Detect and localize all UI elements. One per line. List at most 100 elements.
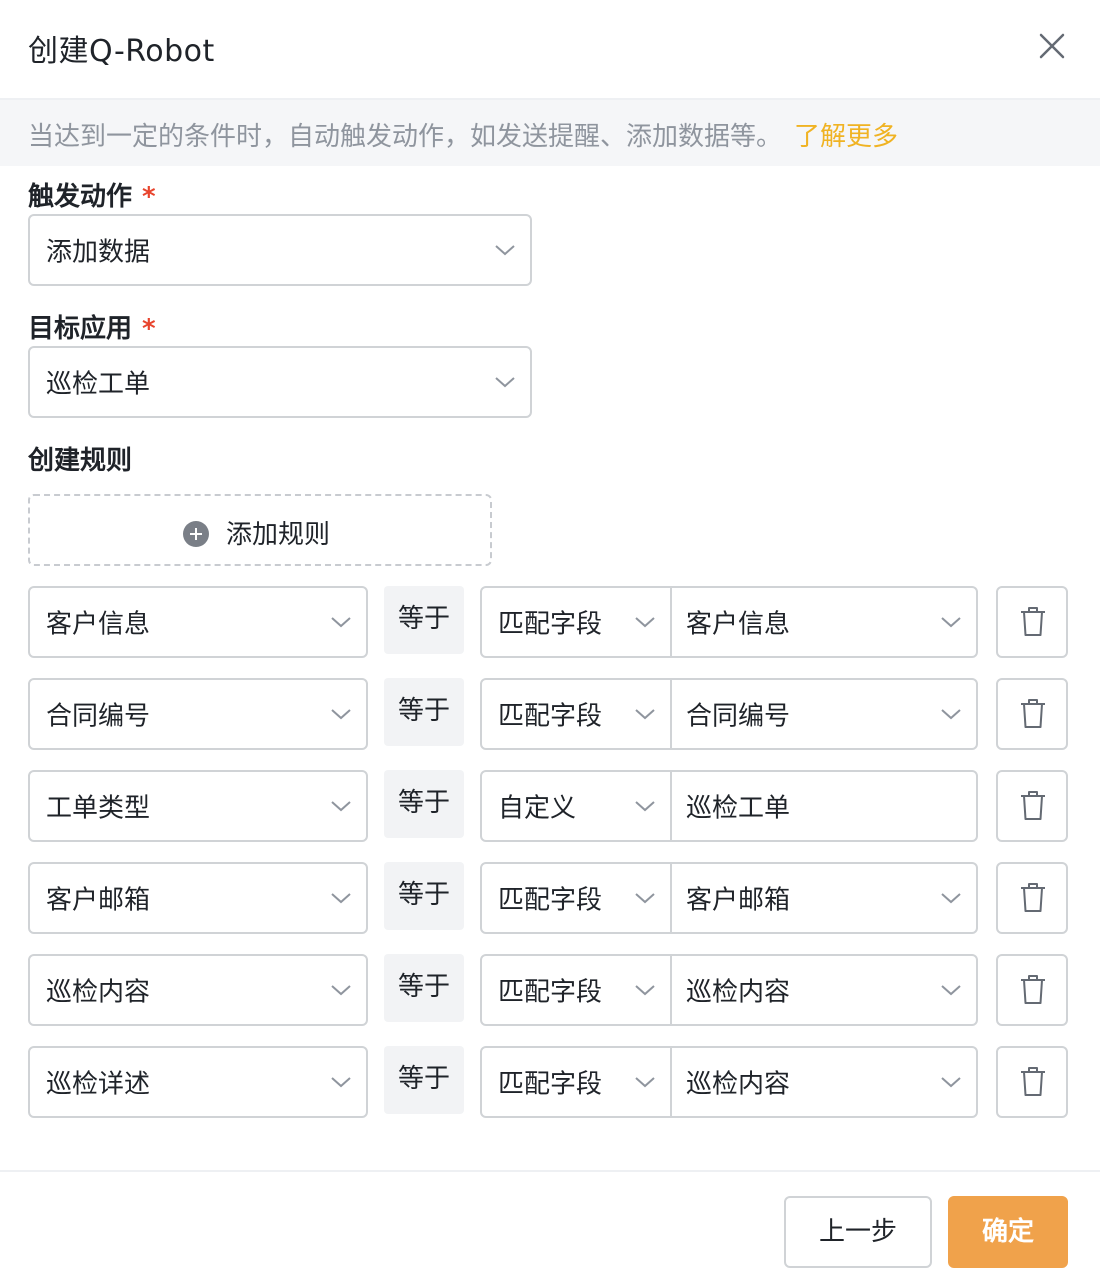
- rule-value-combo: 匹配字段 合同编号: [480, 678, 978, 750]
- chevron-down-icon: [635, 1077, 655, 1088]
- rule-field-value: 巡检内容: [46, 977, 151, 1008]
- add-rule-label: 添加规则: [226, 520, 331, 550]
- rule-field-select[interactable]: 工单类型: [28, 770, 368, 842]
- info-banner: 当达到一定的条件时，自动触发动作，如发送提醒、添加数据等。 了解更多: [0, 100, 1100, 166]
- chevron-down-icon: [635, 985, 655, 996]
- confirm-button[interactable]: 确定: [948, 1196, 1068, 1268]
- rule-mode-value: 匹配字段: [498, 1069, 603, 1100]
- chevron-down-icon: [635, 893, 655, 904]
- rule-target-value: 客户邮箱: [686, 885, 791, 916]
- rule-value-combo: 匹配字段 客户信息: [480, 586, 978, 658]
- rule-mode-value: 匹配字段: [498, 609, 603, 640]
- chevron-down-icon: [331, 801, 351, 812]
- dialog-header: 创建Q-Robot: [0, 0, 1100, 100]
- target-app-select[interactable]: 巡检工单: [28, 346, 532, 418]
- rule-target-value: 合同编号: [686, 701, 791, 732]
- rule-operator: 等于: [384, 862, 464, 930]
- rule-value-combo: 自定义 巡检工单: [480, 770, 978, 842]
- trash-icon: [1021, 1067, 1045, 1096]
- chevron-down-icon: [331, 709, 351, 720]
- banner-description: 当达到一定的条件时，自动触发动作，如发送提醒、添加数据等。: [28, 122, 783, 152]
- rule-target-select[interactable]: 客户邮箱: [672, 864, 976, 932]
- dialog-title: 创建Q-Robot: [28, 34, 215, 69]
- rule-mode-select[interactable]: 自定义: [482, 772, 672, 840]
- rule-target-value: 巡检工单: [686, 793, 791, 824]
- chevron-down-icon: [331, 985, 351, 996]
- delete-rule-button[interactable]: [996, 1046, 1068, 1118]
- trash-icon: [1021, 883, 1045, 912]
- delete-rule-button[interactable]: [996, 770, 1068, 842]
- rule-mode-value: 匹配字段: [498, 701, 603, 732]
- rule-operator: 等于: [384, 770, 464, 838]
- trigger-action-value: 添加数据: [46, 237, 151, 268]
- delete-rule-button[interactable]: [996, 678, 1068, 750]
- trash-icon: [1021, 975, 1045, 1004]
- rule-mode-value: 匹配字段: [498, 977, 603, 1008]
- target-app-label-text: 目标应用: [28, 314, 133, 344]
- required-mark: *: [142, 182, 156, 212]
- chevron-down-icon: [331, 893, 351, 904]
- rule-value-combo: 匹配字段 客户邮箱: [480, 862, 978, 934]
- rule-target-value: 巡检内容: [686, 1069, 791, 1100]
- close-icon: [1039, 33, 1065, 59]
- close-button[interactable]: [1034, 28, 1070, 64]
- trigger-action-select[interactable]: 添加数据: [28, 214, 532, 286]
- rule-field-value: 客户信息: [46, 609, 151, 640]
- delete-rule-button[interactable]: [996, 954, 1068, 1026]
- rule-value-combo: 匹配字段 巡检内容: [480, 954, 978, 1026]
- rule-target-select[interactable]: 客户信息: [672, 588, 976, 656]
- rule-target-value: 巡检内容: [686, 977, 791, 1008]
- rule-field-value: 客户邮箱: [46, 885, 151, 916]
- required-mark: *: [142, 314, 156, 344]
- rule-field-select[interactable]: 客户信息: [28, 586, 368, 658]
- target-app-value: 巡检工单: [46, 369, 151, 400]
- chevron-down-icon: [495, 377, 515, 388]
- rule-mode-select[interactable]: 匹配字段: [482, 1048, 672, 1116]
- rule-mode-select[interactable]: 匹配字段: [482, 956, 672, 1024]
- rule-target-select[interactable]: 巡检内容: [672, 1048, 976, 1116]
- chevron-down-icon: [331, 617, 351, 628]
- rule-mode-select[interactable]: 匹配字段: [482, 864, 672, 932]
- chevron-down-icon: [635, 709, 655, 720]
- add-rule-button[interactable]: 添加规则: [28, 494, 492, 566]
- rule-target-select[interactable]: 巡检内容: [672, 956, 976, 1024]
- trash-icon: [1021, 607, 1045, 636]
- chevron-down-icon: [941, 709, 961, 720]
- footer-divider: [0, 1170, 1100, 1172]
- delete-rule-button[interactable]: [996, 862, 1068, 934]
- banner-text: 当达到一定的条件时，自动触发动作，如发送提醒、添加数据等。 了解更多: [28, 116, 898, 153]
- trash-icon: [1021, 699, 1045, 728]
- trash-icon: [1021, 791, 1045, 820]
- rule-field-select[interactable]: 客户邮箱: [28, 862, 368, 934]
- delete-rule-button[interactable]: [996, 586, 1068, 658]
- chevron-down-icon: [635, 801, 655, 812]
- rule-mode-select[interactable]: 匹配字段: [482, 680, 672, 748]
- rule-field-select[interactable]: 合同编号: [28, 678, 368, 750]
- trigger-action-label-text: 触发动作: [28, 182, 133, 212]
- rule-field-select[interactable]: 巡检详述: [28, 1046, 368, 1118]
- rule-field-select[interactable]: 巡检内容: [28, 954, 368, 1026]
- rule-target-select[interactable]: 合同编号: [672, 680, 976, 748]
- rule-operator: 等于: [384, 1046, 464, 1114]
- rule-field-value: 巡检详述: [46, 1069, 151, 1100]
- chevron-down-icon: [635, 617, 655, 628]
- plus-circle-icon: [183, 521, 209, 547]
- learn-more-link[interactable]: 了解更多: [794, 122, 898, 152]
- rule-mode-value: 匹配字段: [498, 885, 603, 916]
- chevron-down-icon: [495, 245, 515, 256]
- previous-step-button[interactable]: 上一步: [784, 1196, 932, 1268]
- rule-field-value: 工单类型: [46, 793, 151, 824]
- rule-field-value: 合同编号: [46, 701, 151, 732]
- chevron-down-icon: [941, 893, 961, 904]
- rule-mode-value: 自定义: [498, 793, 577, 824]
- chevron-down-icon: [941, 1077, 961, 1088]
- create-rules-label: 创建规则: [28, 446, 133, 476]
- rule-operator: 等于: [384, 586, 464, 654]
- rule-mode-select[interactable]: 匹配字段: [482, 588, 672, 656]
- rule-target-input[interactable]: 巡检工单: [672, 772, 976, 840]
- chevron-down-icon: [941, 985, 961, 996]
- chevron-down-icon: [331, 1077, 351, 1088]
- rule-operator: 等于: [384, 678, 464, 746]
- trigger-action-label: 触发动作 *: [28, 176, 156, 213]
- rule-target-value: 客户信息: [686, 609, 791, 640]
